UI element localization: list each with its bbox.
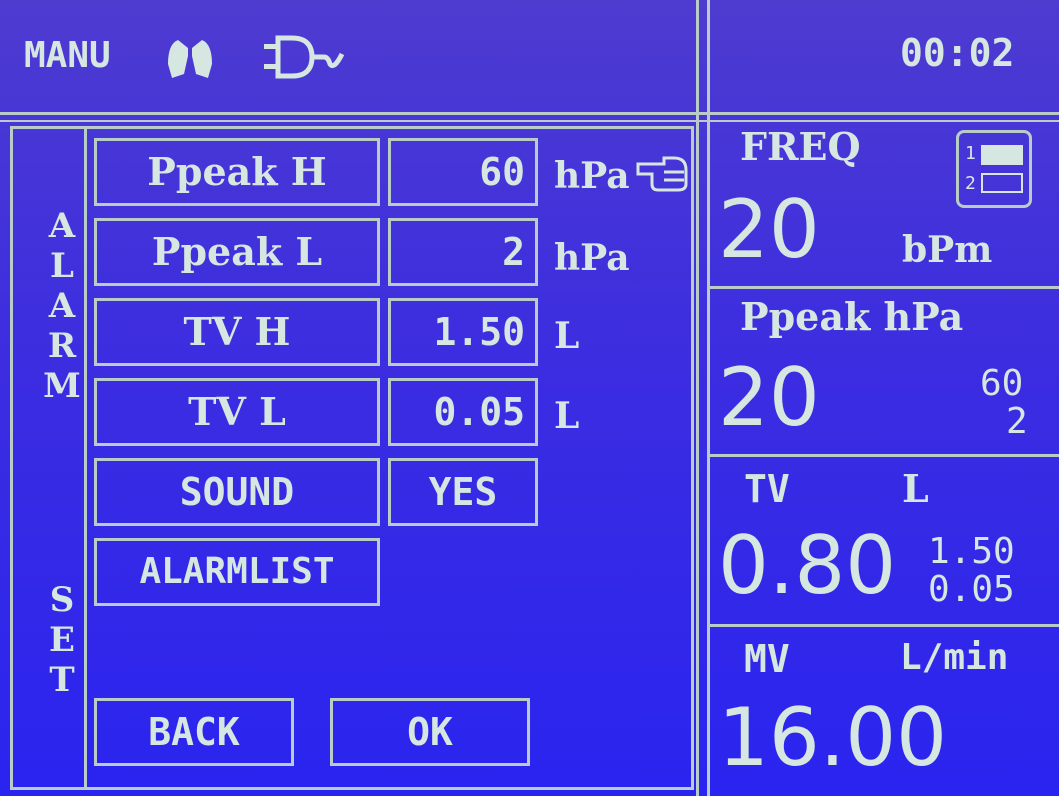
sidebar-title-alarm: A L A R M [43, 206, 81, 406]
tv-h-label[interactable]: TV H [94, 298, 380, 366]
monitor-divider-2 [707, 454, 1059, 457]
ppeak-h-value[interactable]: 60 [388, 138, 538, 206]
freq-unit: bPm [902, 229, 993, 271]
clock: 00:02 [900, 31, 1015, 75]
tv-h-value[interactable]: 1.50 [388, 298, 538, 366]
vertical-divider-2 [707, 0, 710, 796]
mv-unit: L/min [900, 637, 1009, 678]
mv-value: 16.00 [718, 691, 948, 784]
lungs-icon [168, 38, 212, 78]
top-divider-2 [0, 120, 1059, 122]
ppeak-low: 2 [1006, 401, 1028, 442]
sound-value[interactable]: YES [388, 458, 538, 526]
pointing-hand-icon [636, 156, 688, 192]
sidebar-divider [84, 126, 87, 790]
tv-unit: L [902, 466, 929, 511]
ppeak-h-label[interactable]: Ppeak H [94, 138, 380, 206]
monitor-divider-1 [707, 286, 1059, 289]
tv-value: 0.80 [718, 519, 897, 612]
ppeak-l-label[interactable]: Ppeak L [94, 218, 380, 286]
tv-h-unit: L [554, 315, 580, 357]
ppeak-value: 20 [718, 351, 820, 444]
tv-l-unit: L [554, 395, 580, 437]
mv-label: MV [744, 637, 790, 681]
ppeak-l-value[interactable]: 2 [388, 218, 538, 286]
alarmlist-button[interactable]: ALARMLIST [94, 538, 380, 606]
top-divider [0, 112, 1059, 115]
mode-label: MANU [24, 35, 111, 76]
tv-l-value[interactable]: 0.05 [388, 378, 538, 446]
ppeak-label: Ppeak hPa [740, 294, 964, 339]
freq-value: 20 [718, 183, 820, 276]
ppeak-h-unit: hPa [554, 155, 630, 197]
sidebar-title-set: S E T [49, 580, 75, 700]
vertical-divider [696, 0, 699, 796]
tv-high: 1.50 [928, 531, 1015, 572]
freq-label: FREQ [740, 124, 861, 169]
monitor-divider-3 [707, 624, 1059, 627]
tv-label: TV [744, 467, 790, 511]
layout-toggle-icon[interactable]: 1 2 [956, 130, 1032, 208]
tv-l-label[interactable]: TV L [94, 378, 380, 446]
back-button[interactable]: BACK [94, 698, 294, 766]
ppeak-l-unit: hPa [554, 237, 630, 279]
tv-low: 0.05 [928, 569, 1015, 610]
plug-icon [264, 35, 345, 79]
sound-label[interactable]: SOUND [94, 458, 380, 526]
ppeak-high: 60 [980, 363, 1024, 404]
ok-button[interactable]: OK [330, 698, 530, 766]
